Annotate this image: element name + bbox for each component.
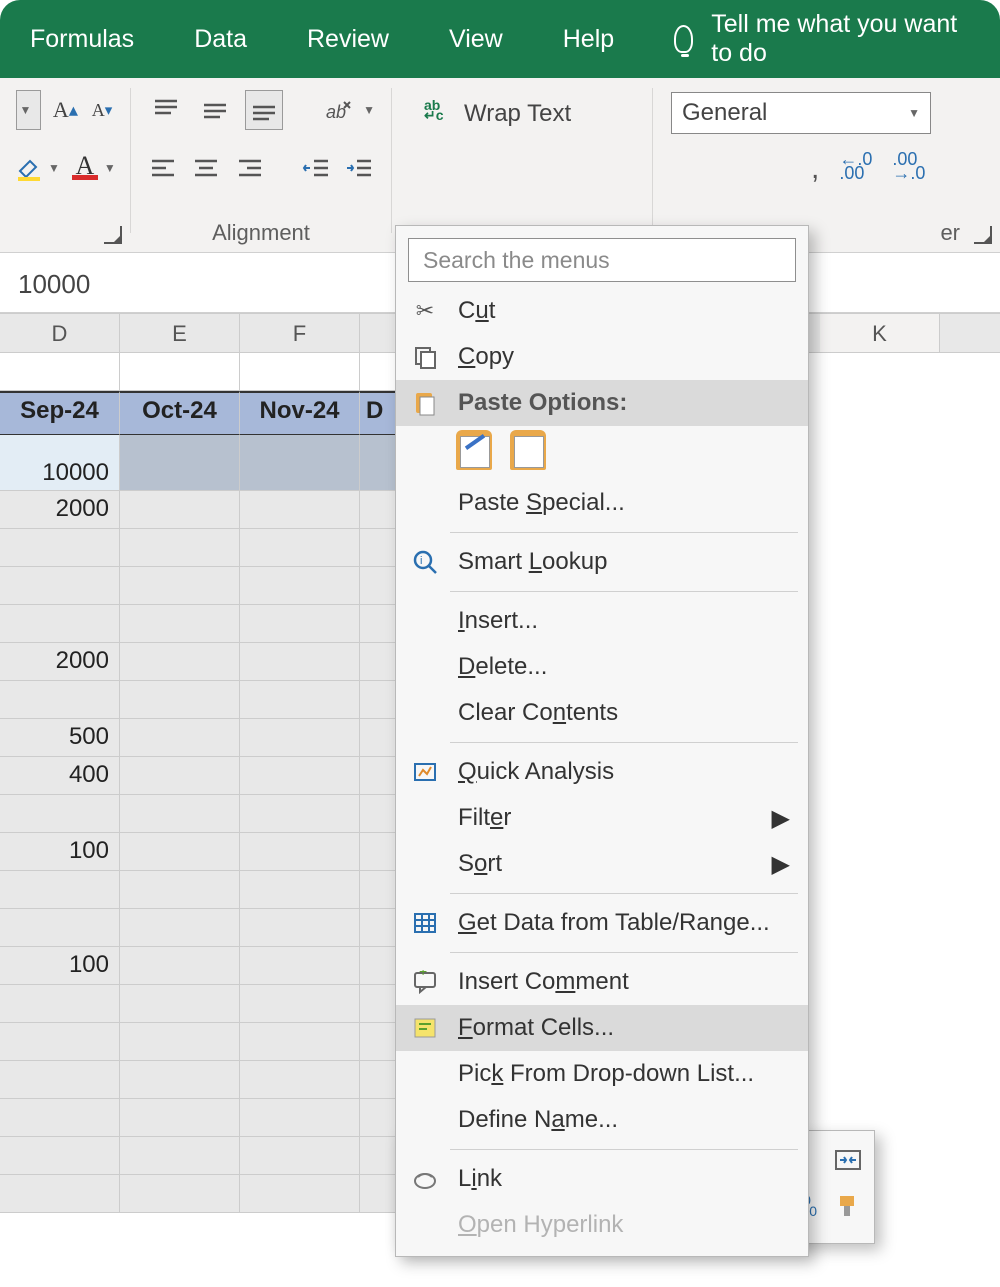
menu-define-name[interactable]: Define Name... xyxy=(396,1097,808,1143)
paste-icon xyxy=(410,390,440,416)
header-nov[interactable]: Nov-24 xyxy=(240,391,360,435)
number-label-partial: er xyxy=(940,220,960,246)
comma-style-button[interactable]: , xyxy=(811,152,819,186)
column-header-e[interactable]: E xyxy=(120,314,240,352)
increase-decimal-button[interactable]: ←.0.00 xyxy=(839,152,872,186)
orientation-dropdown[interactable]: ▼ xyxy=(363,103,375,117)
align-right-button[interactable] xyxy=(234,148,265,188)
tell-me[interactable]: Tell me what you want to do xyxy=(674,10,970,68)
fill-color-dropdown[interactable]: ▼ xyxy=(48,161,60,175)
cell-d-2000b[interactable]: 2000 xyxy=(0,643,120,681)
tab-help[interactable]: Help xyxy=(563,25,614,54)
cell-d-100b[interactable]: 100 xyxy=(0,947,120,985)
menu-clear-contents[interactable]: Clear Contents xyxy=(396,690,808,736)
menu-get-data[interactable]: Get Data from Table/Range... xyxy=(396,900,808,946)
formula-bar-value: 10000 xyxy=(18,269,90,299)
menu-format-cells[interactable]: Format Cells... xyxy=(396,1005,808,1051)
number-format-dropdown[interactable]: General ▼ xyxy=(671,92,931,134)
cell-d-500[interactable]: 500 xyxy=(0,719,120,757)
context-menu: Search the menus ✂ Cut Copy Paste Option… xyxy=(395,225,809,1257)
number-dialog-launcher[interactable] xyxy=(974,226,992,244)
cell-d-100[interactable]: 100 xyxy=(0,833,120,871)
fill-color-button[interactable] xyxy=(16,148,42,188)
lightbulb-icon xyxy=(674,25,693,53)
alignment-group: ab ▼ Alignment xyxy=(131,78,391,252)
menu-paste-special[interactable]: Paste Special... xyxy=(396,480,808,526)
tab-formulas[interactable]: Formulas xyxy=(30,25,134,54)
align-center-button[interactable] xyxy=(190,148,221,188)
menu-smart-lookup[interactable]: i Smart Lookup xyxy=(396,539,808,585)
column-header-f[interactable]: F xyxy=(240,314,360,352)
quick-analysis-icon xyxy=(410,759,440,785)
tab-data[interactable]: Data xyxy=(194,25,247,54)
wrap-text-icon: ab↵c xyxy=(424,100,452,128)
svg-text:i: i xyxy=(420,555,422,567)
header-partial[interactable]: D xyxy=(360,391,400,435)
font-color-dropdown[interactable]: ▼ xyxy=(104,161,116,175)
mini-format-painter[interactable] xyxy=(833,1189,862,1223)
decrease-indent-button[interactable] xyxy=(300,148,331,188)
cell-d-10000[interactable]: 10000 xyxy=(0,435,120,491)
menu-search-placeholder: Search the menus xyxy=(423,247,610,274)
wrap-text-label: Wrap Text xyxy=(464,100,571,128)
chevron-right-icon: ▶ xyxy=(772,850,790,879)
align-bottom-button[interactable] xyxy=(245,90,282,130)
font-group: ▼ A▴ A▾ ▼ A ▼ xyxy=(0,78,130,252)
menu-open-hyperlink: Open Hyperlink xyxy=(396,1202,808,1248)
font-color-button[interactable]: A xyxy=(72,148,98,188)
wrap-text-button[interactable]: ab↵c Wrap Text xyxy=(408,90,636,138)
menu-insert-comment[interactable]: + Insert Comment xyxy=(396,959,808,1005)
tab-review[interactable]: Review xyxy=(307,25,389,54)
tab-view[interactable]: View xyxy=(449,25,503,54)
magnifier-icon: i xyxy=(410,549,440,575)
header-oct[interactable]: Oct-24 xyxy=(120,391,240,435)
align-middle-button[interactable] xyxy=(196,90,233,130)
menu-search-input[interactable]: Search the menus xyxy=(408,238,796,282)
svg-text:+: + xyxy=(419,970,427,979)
svg-text:ab: ab xyxy=(326,102,346,122)
header-sep[interactable]: Sep-24 xyxy=(0,391,120,435)
copy-icon xyxy=(410,344,440,370)
menu-link[interactable]: Link xyxy=(396,1156,808,1202)
menu-insert[interactable]: Insert... xyxy=(396,598,808,644)
orientation-button[interactable]: ab xyxy=(320,90,357,130)
scissors-icon: ✂ xyxy=(410,298,440,324)
increase-indent-button[interactable] xyxy=(344,148,375,188)
ribbon-tabs: Formulas Data Review View Help Tell me w… xyxy=(0,0,1000,78)
paste-options-row xyxy=(396,426,808,480)
menu-quick-analysis[interactable]: Quick Analysis xyxy=(396,749,808,795)
alignment-label: Alignment xyxy=(212,220,310,246)
menu-pick-from-list[interactable]: Pick From Drop-down List... xyxy=(396,1051,808,1097)
tell-me-label: Tell me what you want to do xyxy=(711,10,970,68)
column-header-k[interactable]: K xyxy=(820,314,940,352)
link-icon xyxy=(410,1166,440,1192)
font-dropdown[interactable]: ▼ xyxy=(16,90,41,130)
number-format-value: General xyxy=(682,99,767,127)
align-left-button[interactable] xyxy=(147,148,178,188)
chevron-right-icon: ▶ xyxy=(772,804,790,833)
cell-d-2000[interactable]: 2000 xyxy=(0,491,120,529)
decrease-decimal-button[interactable]: .00→.0 xyxy=(892,152,925,186)
menu-copy[interactable]: Copy xyxy=(396,334,808,380)
paste-all-button[interactable] xyxy=(456,430,492,470)
column-header-d[interactable]: D xyxy=(0,314,120,352)
shrink-font-button[interactable]: A▾ xyxy=(90,90,114,130)
menu-cut[interactable]: ✂ Cut xyxy=(396,288,808,334)
menu-delete[interactable]: Delete... xyxy=(396,644,808,690)
menu-sort[interactable]: Sort▶ xyxy=(396,841,808,887)
grow-font-button[interactable]: A▴ xyxy=(53,90,78,130)
comment-icon: + xyxy=(410,969,440,995)
menu-filter[interactable]: Filter▶ xyxy=(396,795,808,841)
cell-d-400[interactable]: 400 xyxy=(0,757,120,795)
menu-paste-options[interactable]: Paste Options: xyxy=(396,380,808,426)
align-top-button[interactable] xyxy=(147,90,184,130)
format-cells-icon xyxy=(410,1015,440,1041)
font-dialog-launcher[interactable] xyxy=(104,226,122,244)
mini-merge-button[interactable] xyxy=(833,1143,862,1177)
paste-values-button[interactable] xyxy=(510,430,546,470)
table-icon xyxy=(410,910,440,936)
